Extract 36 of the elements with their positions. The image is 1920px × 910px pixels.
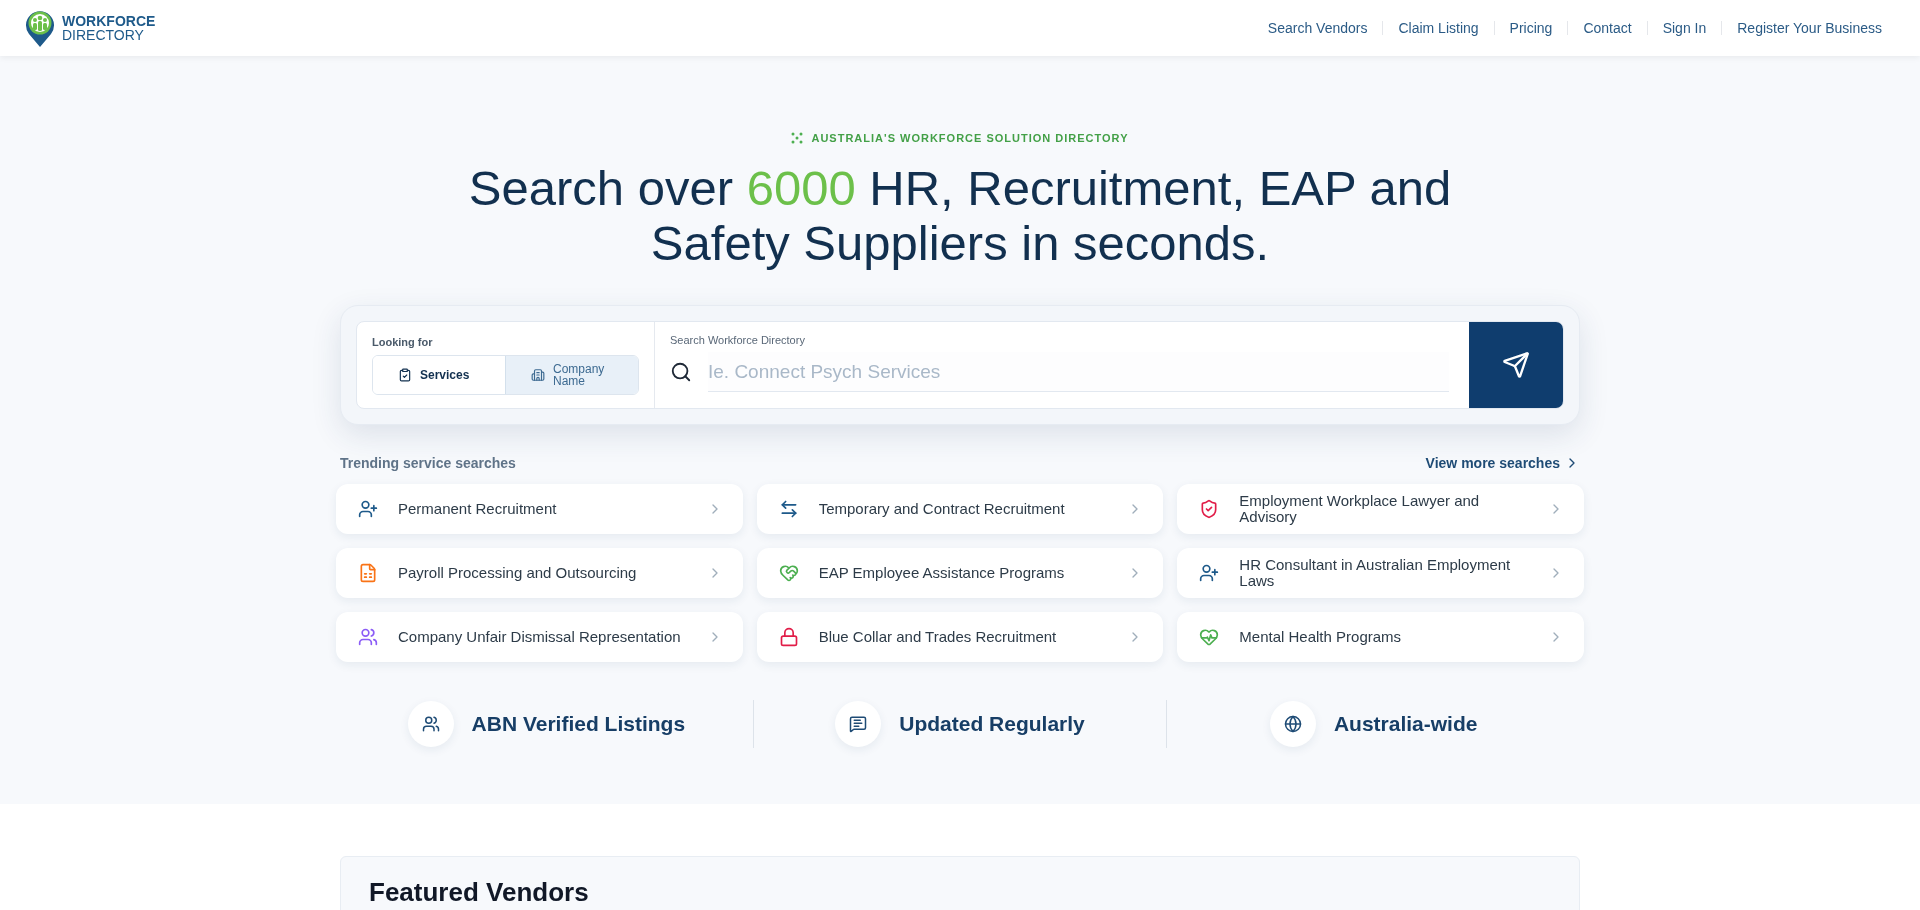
logo-subtext: DIRECTORY: [62, 28, 145, 42]
service-card[interactable]: Permanent Recruitment: [336, 483, 743, 534]
view-more-link[interactable]: View more searches: [1425, 452, 1580, 474]
service-card[interactable]: Mental Health Programs: [1177, 611, 1584, 662]
tagline-text: AUSTRALIA'S WORKFORCE SOLUTION DIRECTORY: [811, 131, 1129, 146]
feature-label: Updated Regularly: [899, 710, 1085, 737]
service-card[interactable]: Temporary and Contract Recruitment: [756, 483, 1164, 534]
section-heading: Featured Vendors: [369, 877, 590, 907]
field-label: Search Workforce Directory: [670, 332, 806, 348]
building-icon: [531, 368, 545, 382]
service-card[interactable]: Payroll Processing and Outsourcing: [336, 547, 743, 598]
logo-text: WORKFORCE: [62, 14, 156, 28]
nav-link[interactable]: Search Vendors: [1267, 17, 1368, 39]
search-type-tab[interactable]: Company Name: [505, 356, 638, 394]
nav-link[interactable]: Contact: [1583, 17, 1632, 39]
nav-link[interactable]: Claim Listing: [1398, 17, 1479, 39]
search-button[interactable]: [1469, 321, 1563, 408]
service-card[interactable]: HR Consultant in Australian Employment Laws: [1177, 547, 1584, 598]
clipboard-icon: [398, 368, 412, 382]
search-icon: [670, 361, 692, 383]
search-bar[interactable]: Looking for Services Company Name Search Workforce Directory Ie. Connect Psych Services: [356, 320, 1564, 409]
section-title: Trending service searches: [340, 453, 516, 473]
dots-icon: [791, 132, 804, 145]
send-icon: [1502, 350, 1530, 379]
nav-link[interactable]: Register Your Business: [1737, 17, 1882, 39]
nav-link[interactable]: Pricing: [1509, 17, 1553, 39]
logo-icon: [24, 8, 56, 48]
field-label: Looking for: [372, 334, 434, 350]
feature-label: Australia-wide: [1333, 710, 1478, 737]
hero-heading: Search over 6000 HR, Recruitment, EAP and Safety Suppliers in seconds.: [467, 160, 1453, 271]
feature-label: ABN Verified Listings: [471, 710, 686, 737]
nav-link[interactable]: Sign In: [1662, 17, 1707, 39]
service-card[interactable]: EAP Employee Assistance Programs: [756, 547, 1164, 598]
service-card[interactable]: Blue Collar and Trades Recruitment: [756, 611, 1164, 662]
service-card[interactable]: Employment Workplace Lawyer and Advisory: [1177, 483, 1584, 534]
service-card[interactable]: Company Unfair Dismissal Representation: [336, 611, 743, 662]
